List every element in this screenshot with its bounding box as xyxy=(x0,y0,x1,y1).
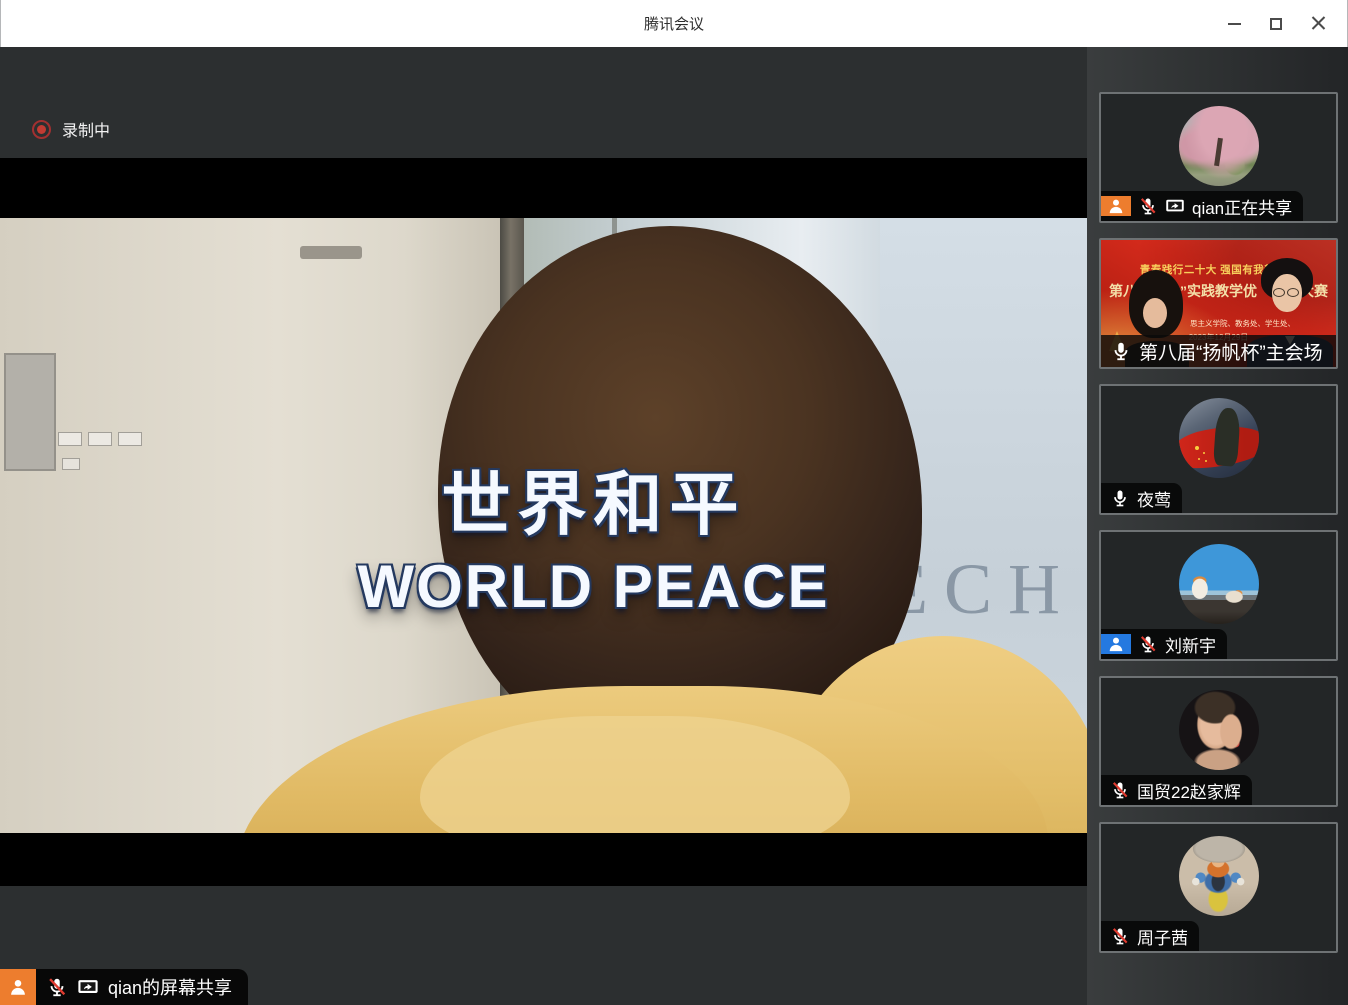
participant-label: 夜莺 xyxy=(1101,483,1182,513)
record-icon xyxy=(32,120,51,139)
mic-muted-icon xyxy=(1138,634,1158,654)
video-wall-boxes xyxy=(58,432,142,446)
avatar-cherry-blossom xyxy=(1179,106,1259,186)
video-door-closer xyxy=(300,246,362,259)
participant-label: qian正在共享 xyxy=(1101,191,1303,221)
sharer-badge-icon xyxy=(1101,196,1131,216)
minimize-button[interactable] xyxy=(1213,7,1255,41)
participant-tile-qian[interactable]: qian正在共享 xyxy=(1099,92,1338,223)
participant-name: qian正在共享 xyxy=(1192,194,1292,219)
participant-tile-zhouziqian[interactable]: 周子茜 xyxy=(1099,822,1338,953)
shared-screen-area: 录制中 ECH xyxy=(0,47,1087,1005)
mic-muted-icon xyxy=(46,976,68,998)
participant-label: 刘新宇 xyxy=(1101,629,1227,659)
shared-video-frame: ECH 世界和平 WORLD PEACE xyxy=(0,218,1087,833)
participant-name: 第八届“扬帆杯”主会场 xyxy=(1139,338,1323,365)
participant-label: 国贸22赵家辉 xyxy=(1101,775,1252,805)
tencent-meeting-window: { "window": { "title": "腾讯会议" }, "record… xyxy=(0,0,1348,1005)
participant-name: 国贸22赵家辉 xyxy=(1137,778,1241,803)
close-button[interactable] xyxy=(1297,7,1339,41)
participant-tile-yeying[interactable]: 夜莺 xyxy=(1099,384,1338,515)
video-wall-panel xyxy=(4,353,56,471)
participants-sidebar: qian正在共享 青春践行二十大 强国有我新征程 第八 ”实践教学优 大赛 思主… xyxy=(1087,47,1348,1005)
avatar-portrait-man xyxy=(1179,690,1259,770)
mic-muted-icon xyxy=(1110,780,1130,800)
meeting-content: 录制中 ECH xyxy=(0,47,1348,1005)
avatar-red-flag xyxy=(1179,398,1259,478)
participant-label: 周子茜 xyxy=(1101,921,1199,951)
title-bar: 腾讯会议 xyxy=(0,0,1348,47)
participant-label: 第八届“扬帆杯”主会场 xyxy=(1101,335,1336,367)
maximize-icon xyxy=(1270,18,1282,30)
presenter-name: qian的屏幕共享 xyxy=(108,974,232,1000)
window-title: 腾讯会议 xyxy=(644,13,704,34)
glasses-icon xyxy=(1273,288,1299,297)
avatar-crochet-doll xyxy=(1179,836,1259,916)
host-badge-icon xyxy=(1101,634,1131,654)
maximize-button[interactable] xyxy=(1255,7,1297,41)
window-controls xyxy=(1213,0,1339,47)
participant-tile-main-venue[interactable]: 青春践行二十大 强国有我新征程 第八 ”实践教学优 大赛 思主义学院、教务处、学… xyxy=(1099,238,1338,369)
participant-tile-zhaojiahui[interactable]: 国贸22赵家辉 xyxy=(1099,676,1338,807)
screen-share-stage: ECH 世界和平 WORLD PEACE xyxy=(0,158,1087,886)
avatar-cats-sky xyxy=(1179,544,1259,624)
video-caption: 世界和平 WORLD PEACE xyxy=(50,448,1087,621)
mic-on-icon xyxy=(1110,340,1132,362)
minimize-icon xyxy=(1228,23,1241,25)
screen-share-icon xyxy=(1165,196,1185,216)
recording-label: 录制中 xyxy=(62,117,110,141)
participant-name: 刘新宇 xyxy=(1165,632,1216,657)
recording-indicator: 录制中 xyxy=(32,117,110,141)
caption-english: WORLD PEACE xyxy=(50,552,1087,621)
mic-muted-icon xyxy=(1138,196,1158,216)
caption-chinese: 世界和平 xyxy=(50,448,1087,548)
participant-tile-liuxinyu[interactable]: 刘新宇 xyxy=(1099,530,1338,661)
participant-name: 夜莺 xyxy=(1137,486,1171,511)
close-icon xyxy=(1311,16,1326,31)
screen-share-icon xyxy=(77,976,99,998)
mic-muted-icon xyxy=(1110,926,1130,946)
presenter-share-label: qian的屏幕共享 xyxy=(0,969,248,1005)
sharer-badge-icon xyxy=(0,969,36,1005)
participant-name: 周子茜 xyxy=(1137,924,1188,949)
mic-on-icon xyxy=(1110,488,1130,508)
